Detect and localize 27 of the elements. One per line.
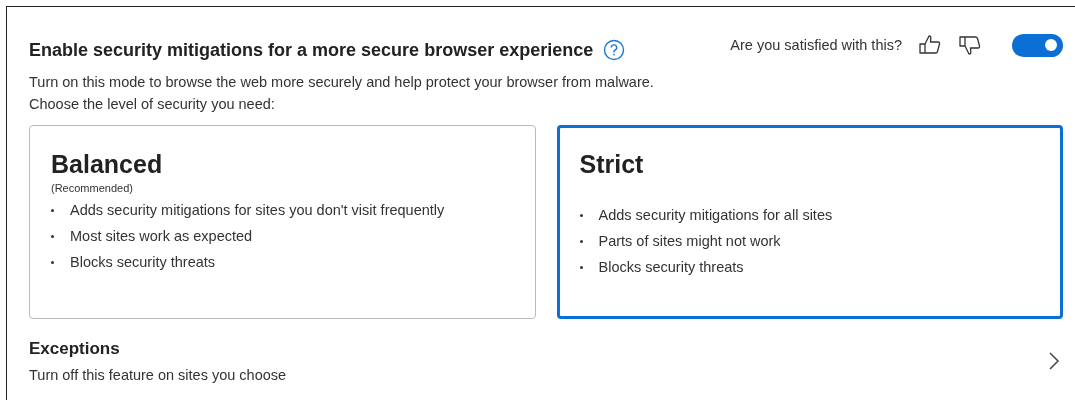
toggle-switch[interactable] [1012, 33, 1063, 57]
chevron-right-icon[interactable] [1047, 351, 1061, 371]
section-description: Turn on this mode to browse the web more securely and help protect your browser from malware. Choose the level of security you need: [29, 73, 655, 114]
exceptions-description: Turn off this feature on sites you choose [29, 367, 287, 383]
bullet-dot [51, 260, 54, 264]
option-feature: Most sites work as expected [70, 228, 253, 244]
thumbs-down-icon[interactable] [958, 33, 982, 57]
option-title: Balanced [51, 150, 164, 179]
thumbs-up-icon[interactable] [918, 33, 942, 57]
option-title: Strict [579, 150, 645, 179]
option-feature: Adds security mitigations for sites you don't visit frequently [70, 202, 445, 218]
option-subtitle: (Recommended) [51, 182, 134, 194]
option-feature: Blocks security threats [598, 259, 744, 275]
option-feature: Parts of sites might not work [598, 233, 781, 249]
option-card[interactable]: Balanced (Recommended) Adds security mitigations for sites you don't visit frequently Most sites work as expected Blocks security threats [29, 125, 536, 319]
option-feature: Blocks security threats [70, 254, 216, 270]
help-icon[interactable] [603, 39, 626, 61]
exceptions-title: Exceptions [29, 339, 121, 359]
bullet-dot [579, 213, 583, 217]
section-title: Enable security mitigations for a more secure browser experience [29, 39, 594, 61]
bullet-dot [51, 208, 54, 212]
option-card[interactable]: Strict Adds security mitigations for all sites Parts of sites might not work Blocks security threats [556, 125, 1063, 319]
feedback-question: Are you satisfied with this? [730, 37, 902, 53]
bullet-dot [579, 239, 583, 243]
option-feature: Adds security mitigations for all sites [598, 207, 833, 223]
bullet-dot [51, 234, 54, 238]
bullet-dot [579, 265, 583, 269]
